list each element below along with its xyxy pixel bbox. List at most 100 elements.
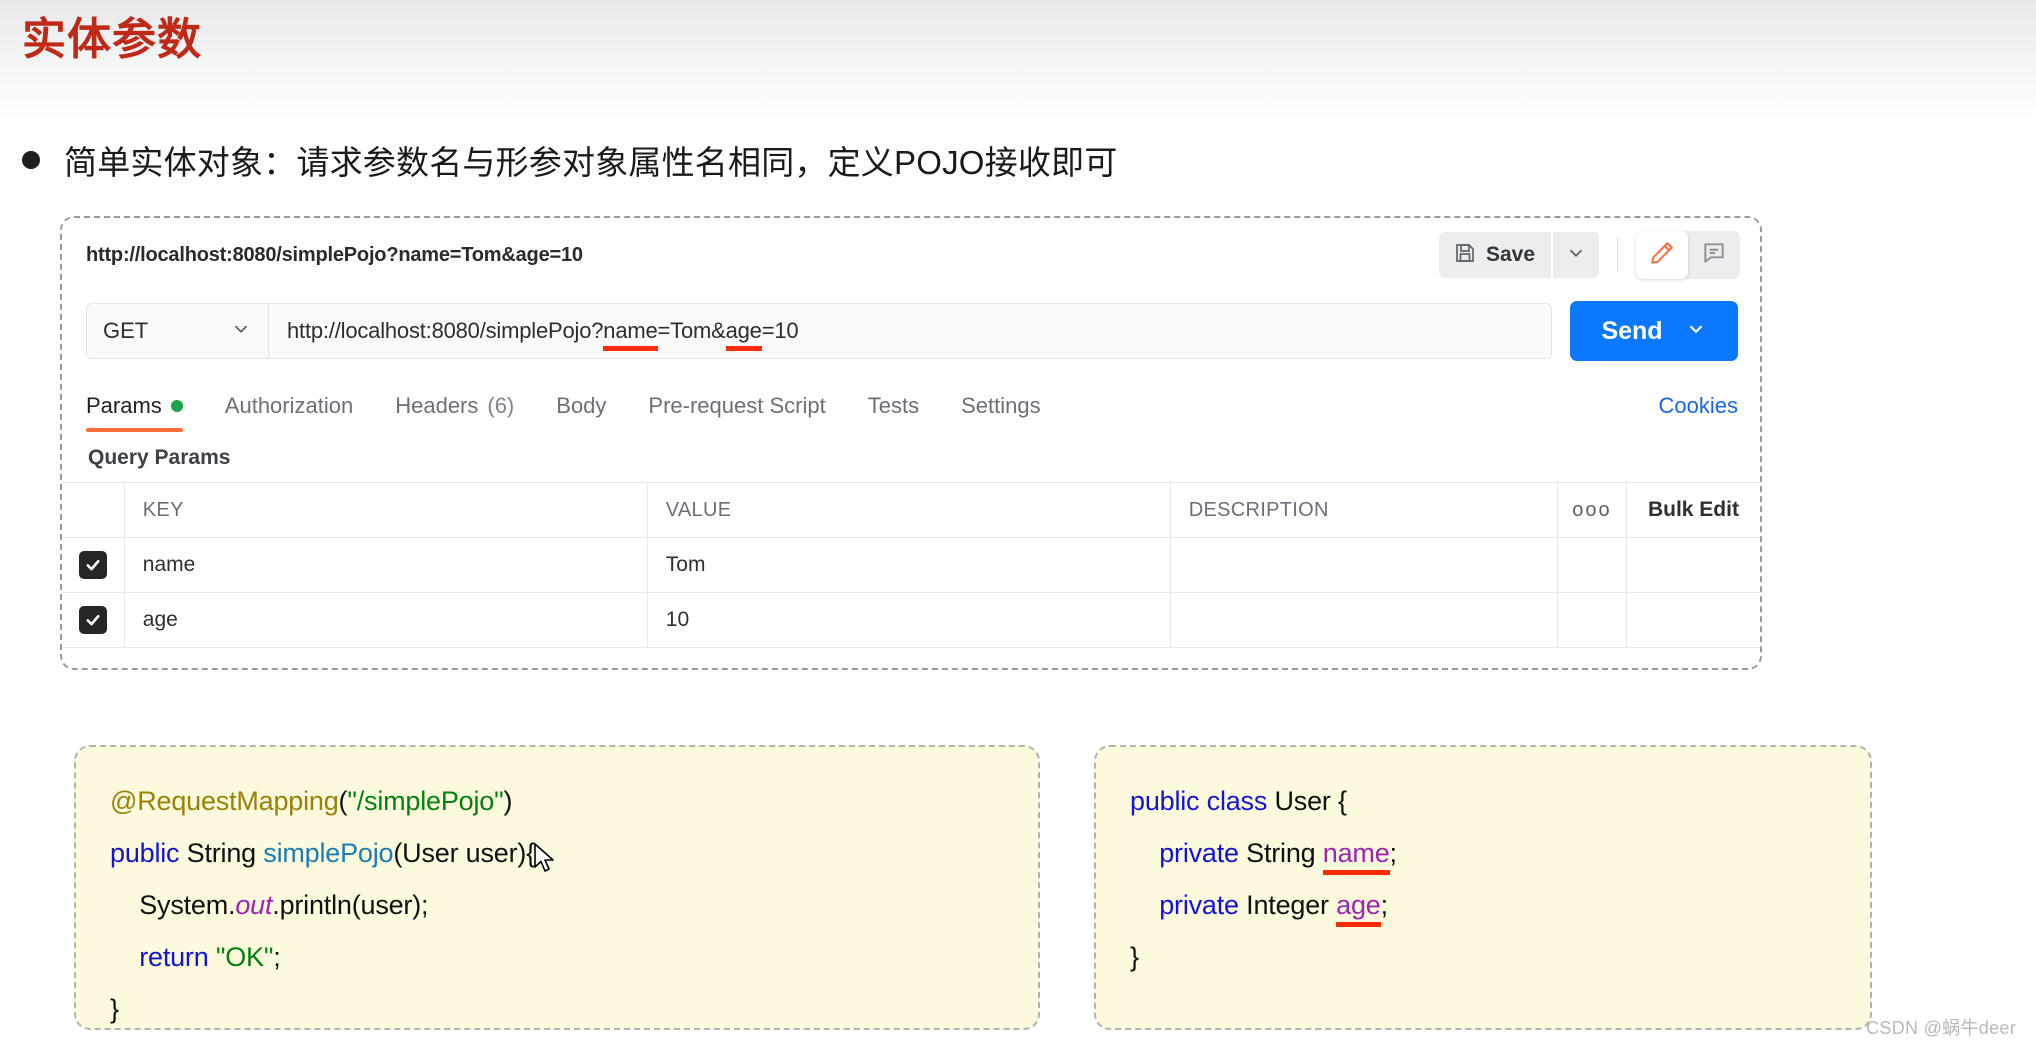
static-field-token: out (235, 890, 272, 920)
floppy-disk-icon (1453, 241, 1477, 270)
table-header-row: KEY VALUE DESCRIPTION ooo Bulk Edit (62, 483, 1760, 538)
th-value: VALUE (647, 483, 1170, 538)
code-line: private String name; (1130, 827, 1836, 879)
row-spacer-cell-a (1557, 538, 1626, 593)
type-token: Integer (1239, 890, 1336, 920)
type-token: String (179, 838, 263, 868)
send-button[interactable]: Send (1570, 301, 1738, 361)
query-params-table: KEY VALUE DESCRIPTION ooo Bulk Edit (62, 482, 1760, 648)
url-param-age: age (726, 318, 762, 344)
row-value-value: Tom (648, 553, 1170, 577)
row-checkbox-cell[interactable] (62, 593, 124, 648)
tab-authorization[interactable]: Authorization (225, 393, 353, 432)
code-line: public String simplePojo(User user){ (110, 827, 1004, 879)
tab-authorization-label: Authorization (225, 393, 353, 419)
tab-tests[interactable]: Tests (868, 393, 919, 432)
checkbox-checked-icon[interactable] (79, 606, 107, 634)
comment-icon (1701, 240, 1727, 271)
params-indicator-dot (171, 400, 183, 412)
url-param-name: name (603, 318, 657, 344)
topbar-actions: Save (1439, 231, 1740, 279)
field-name-token: name (1323, 827, 1390, 879)
keyword-token: public class (1130, 786, 1267, 816)
row-key-cell[interactable]: age (124, 593, 647, 648)
save-options-button[interactable] (1553, 232, 1599, 278)
string-token: "/simplePojo" (347, 786, 503, 816)
http-method-label: GET (103, 318, 148, 344)
paren-close: ) (503, 786, 512, 816)
keyword-token: private (1130, 890, 1239, 920)
string-token: "OK" (216, 942, 273, 972)
method-token: simplePojo (263, 838, 393, 868)
th-description: DESCRIPTION (1170, 483, 1557, 538)
http-method-select[interactable]: GET (86, 303, 268, 359)
code-line: public class User { (1130, 775, 1836, 827)
keyword-token: public (110, 838, 179, 868)
th-key: KEY (124, 483, 647, 538)
send-button-label: Send (1601, 317, 1662, 346)
more-options-icon: ooo (1558, 499, 1626, 522)
row-key-value: age (125, 608, 647, 632)
chevron-down-icon (230, 318, 252, 345)
edit-request-button[interactable] (1636, 231, 1688, 279)
controller-code-block: @RequestMapping("/simplePojo") public St… (74, 745, 1040, 1030)
field-age-token: age (1336, 879, 1380, 931)
row-spacer-cell-b (1626, 538, 1760, 593)
tab-pre-request-script[interactable]: Pre-request Script (648, 393, 825, 432)
tab-headers-count: (6) (487, 393, 514, 419)
save-button-label: Save (1486, 243, 1535, 267)
tab-settings[interactable]: Settings (961, 393, 1041, 432)
pencil-icon (1649, 240, 1675, 271)
row-spacer-cell-b (1626, 593, 1760, 648)
table-row: name Tom (62, 538, 1760, 593)
query-params-heading: Query Params (62, 432, 1760, 482)
semicolon: ; (273, 942, 280, 972)
slide-page: 实体参数 简单实体对象：请求参数名与形参对象属性名相同，定义POJO接收即可 h… (0, 0, 2036, 1056)
tab-headers[interactable]: Headers (6) (395, 393, 514, 432)
code-line: } (1130, 931, 1836, 983)
row-description-cell[interactable] (1170, 538, 1557, 593)
chevron-down-icon (1565, 242, 1587, 269)
tab-params[interactable]: Params (86, 393, 183, 432)
th-value-label: VALUE (648, 499, 1170, 522)
tab-settings-label: Settings (961, 393, 1041, 419)
row-description-cell[interactable] (1170, 593, 1557, 648)
save-button[interactable]: Save (1439, 232, 1551, 278)
tab-headers-label: Headers (395, 393, 478, 419)
annotation-token: @RequestMapping (110, 786, 339, 816)
postman-panel: http://localhost:8080/simplePojo?name=To… (60, 216, 1762, 670)
request-tab-title[interactable]: http://localhost:8080/simplePojo?name=To… (86, 244, 583, 267)
signature-rest: (User user){ (393, 838, 535, 868)
tab-body-label: Body (556, 393, 606, 419)
checkbox-checked-icon[interactable] (79, 551, 107, 579)
bullet-row: 简单实体对象：请求参数名与形参对象属性名相同，定义POJO接收即可 (22, 136, 1117, 184)
request-tabs: Params Authorization Headers (6) Body Pr… (62, 370, 1760, 432)
code-line: System.out.println(user); (110, 879, 1004, 931)
row-value-value: 10 (648, 608, 1170, 632)
statement-suffix: .println(user); (272, 890, 428, 920)
row-value-cell[interactable]: 10 (647, 593, 1170, 648)
row-value-cell[interactable]: Tom (647, 538, 1170, 593)
statement-prefix: System. (110, 890, 235, 920)
row-checkbox-cell[interactable] (62, 538, 124, 593)
url-sep-2: =10 (762, 318, 799, 343)
pojo-code-block: public class User { private String name;… (1094, 745, 1872, 1030)
cookies-link[interactable]: Cookies (1659, 393, 1738, 432)
row-key-cell[interactable]: name (124, 538, 647, 593)
request-url-input[interactable]: http://localhost:8080/simplePojo?name=To… (268, 303, 1552, 359)
tab-params-label: Params (86, 393, 162, 419)
th-more-options[interactable]: ooo (1557, 483, 1626, 538)
tab-body[interactable]: Body (556, 393, 606, 432)
keyword-token: return (110, 942, 216, 972)
row-key-value: name (125, 553, 647, 577)
th-bulk-edit[interactable]: Bulk Edit (1626, 483, 1760, 538)
code-line: return "OK"; (110, 931, 1004, 983)
th-description-label: DESCRIPTION (1171, 499, 1557, 522)
comments-button[interactable] (1688, 231, 1740, 279)
table-row: age 10 (62, 593, 1760, 648)
th-checkbox (62, 483, 124, 538)
bullet-dot-icon (22, 151, 40, 169)
url-prefix: http://localhost:8080/simplePojo? (287, 318, 603, 343)
view-mode-group (1636, 231, 1740, 279)
chevron-down-icon (1685, 318, 1707, 345)
